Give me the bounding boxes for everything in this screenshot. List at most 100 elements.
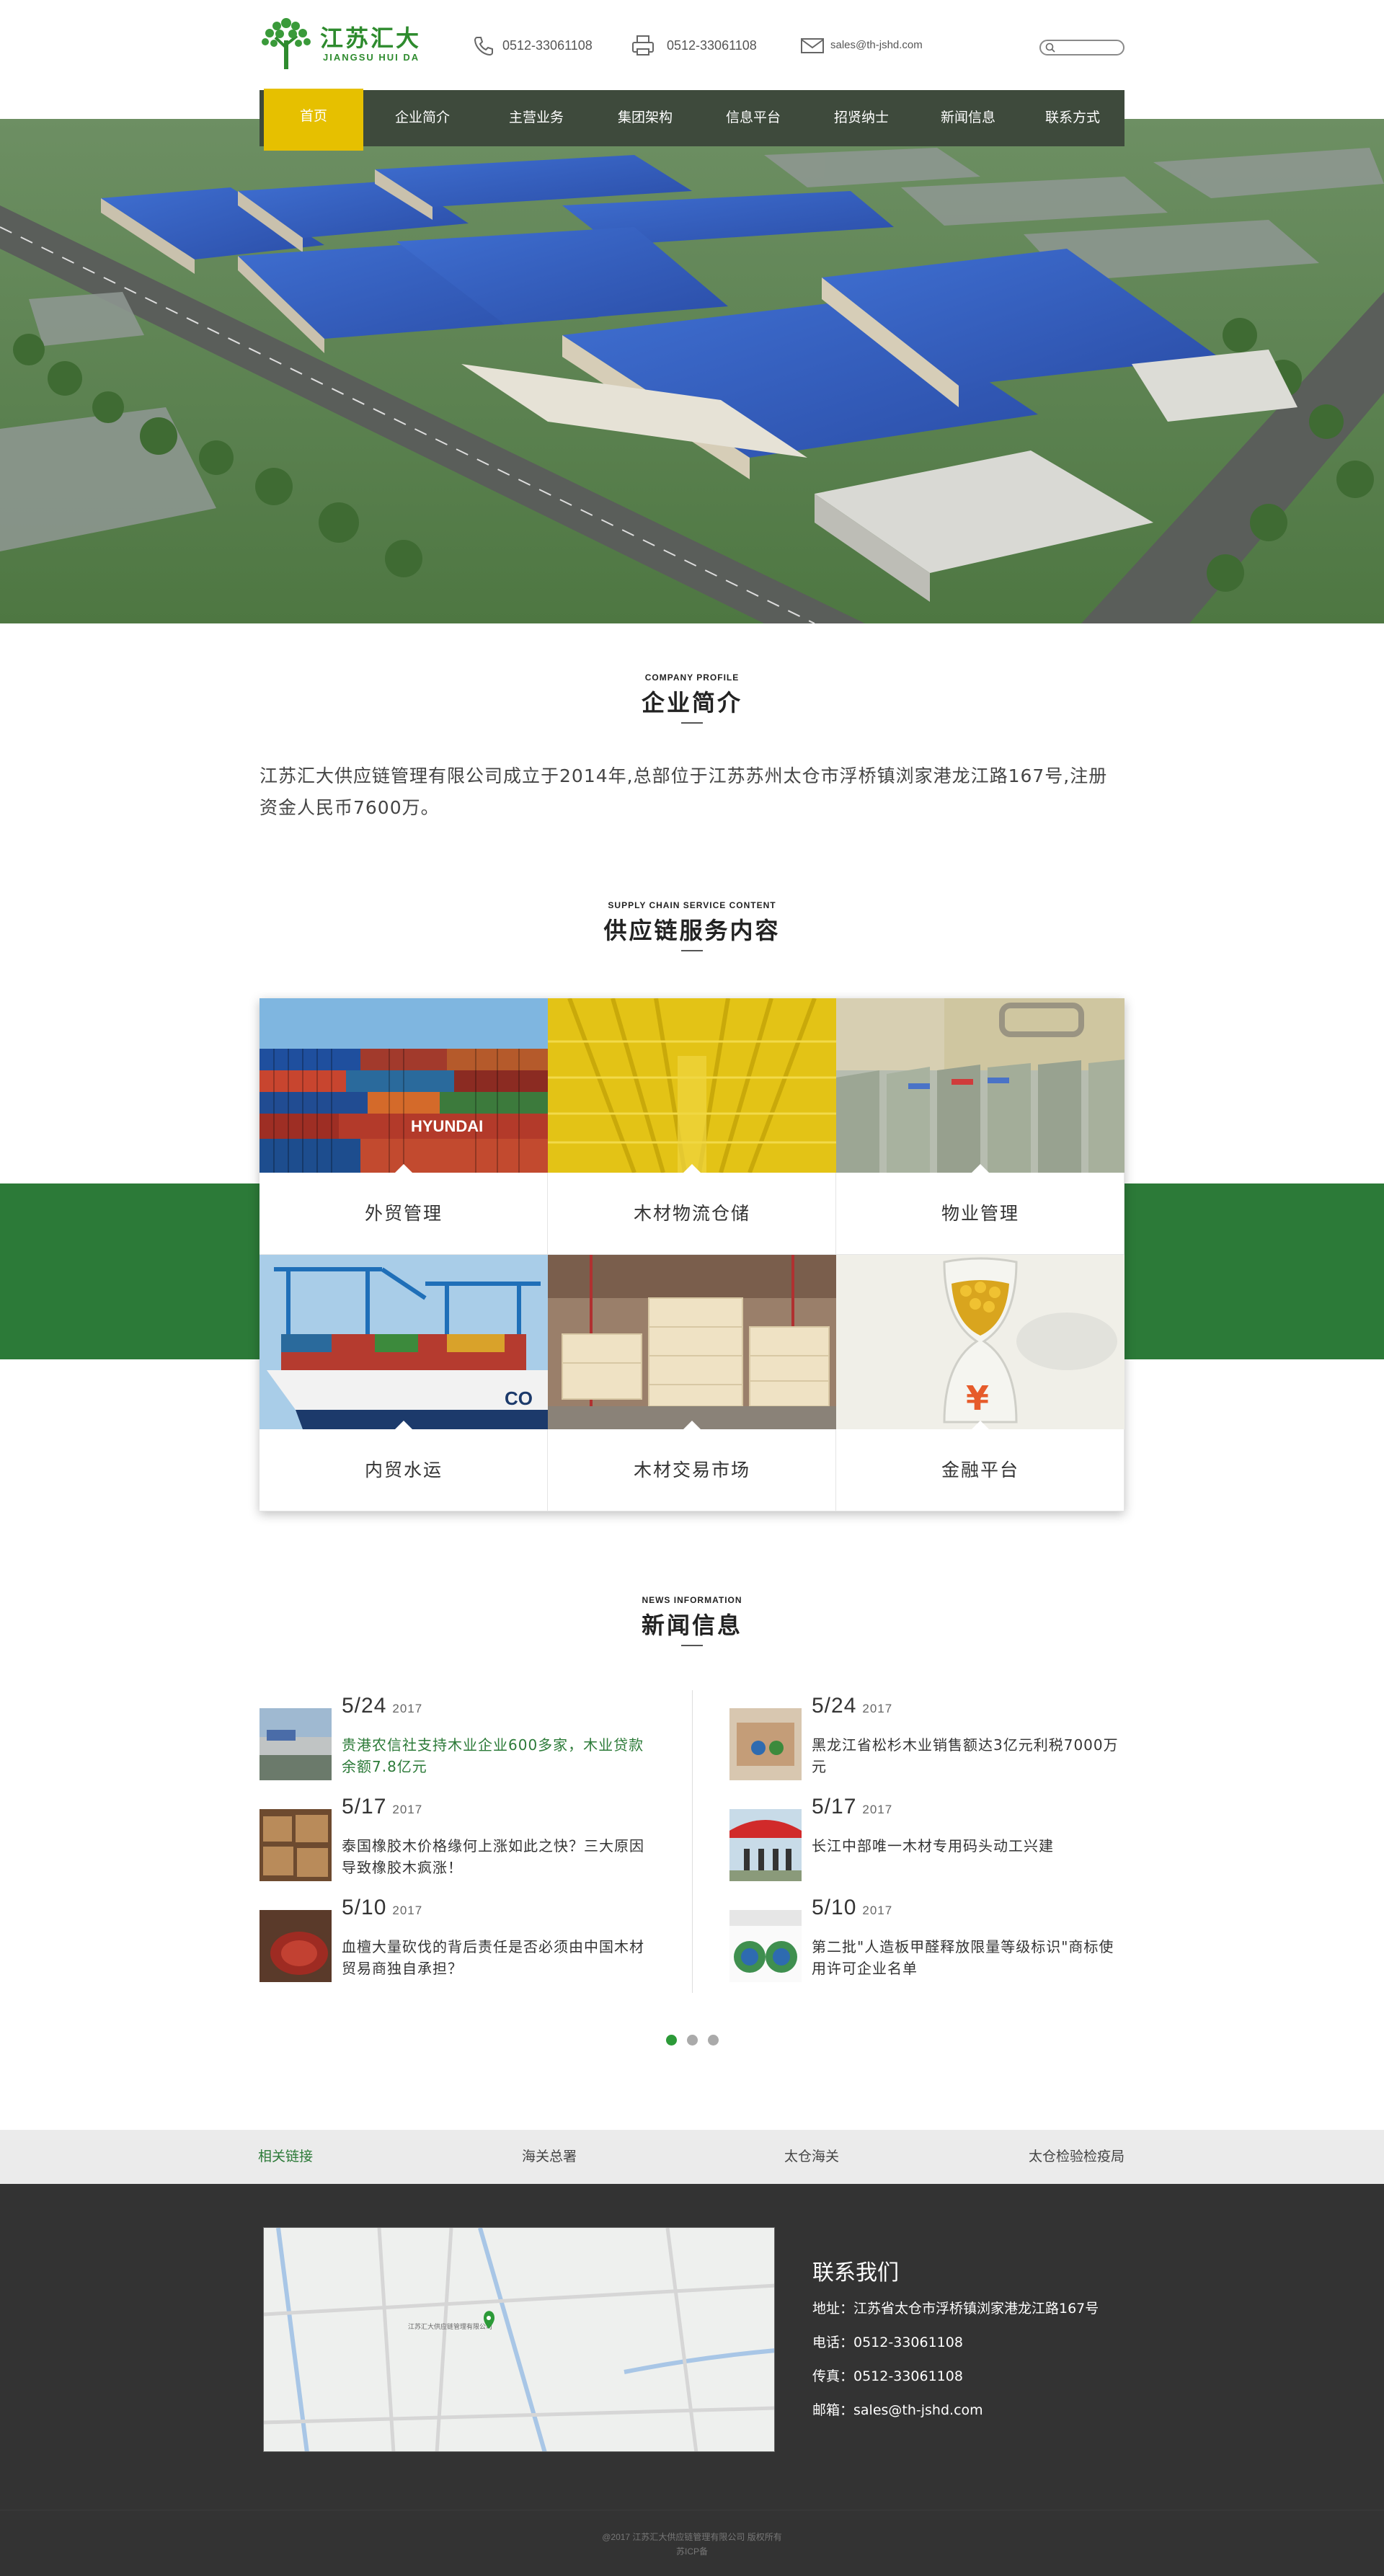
service-wood-market[interactable]: 木材交易市场: [548, 1255, 836, 1511]
news-column-divider: [692, 1690, 693, 1993]
related-links-bar: 相关链接 海关总署 太仓海关 太仓检验检疫局: [0, 2130, 1384, 2184]
header-fax-text: 0512-33061108: [667, 38, 757, 53]
search-input[interactable]: [1057, 42, 1122, 53]
services-heading-en: SUPPLY CHAIN SERVICE CONTENT: [608, 900, 776, 910]
news-date: 5/24 2017: [342, 1694, 423, 1718]
warehouse-image: [548, 998, 836, 1173]
related-links-heading: 相关链接: [258, 2149, 314, 2164]
logo[interactable]: 江苏汇大 JIANGSU HUI DA: [258, 14, 431, 71]
link-taicang-inspection[interactable]: 太仓检验检疫局: [1029, 2130, 1124, 2184]
news-thumbnail: [729, 1708, 802, 1780]
service-domestic-shipping[interactable]: CO 内贸水运: [260, 1255, 548, 1511]
footer-phone: 电话：0512-33061108: [812, 2335, 963, 2350]
service-label: 内贸水运: [364, 1460, 443, 1480]
news-thumbnail: [260, 1809, 332, 1881]
news-title[interactable]: 黑龙江省松杉木业销售额达3亿元利税7000万元: [812, 1734, 1129, 1777]
containers-brand-text: HYUNDAI: [411, 1117, 483, 1135]
link-customs-administration[interactable]: 海关总署: [522, 2130, 577, 2184]
news-list-right: 5/24 2017 黑龙江省松杉木业销售额达3亿元利税7000万元 5/17 201…: [729, 1694, 1162, 1997]
service-notch: [972, 1421, 989, 1429]
news-list-left: 5/24 2017 贵港农信社支持木业企业600多家，木业贷款余额7.8亿元 5/…: [260, 1694, 692, 1997]
containers-image: HYUNDAI: [260, 998, 548, 1173]
news-heading: 新闻信息: [641, 1612, 742, 1639]
copyright: @2017 江苏汇大供应链管理有限公司 版权所有 苏ICP备: [0, 2530, 1384, 2559]
news-date: 5/17 2017: [342, 1795, 423, 1818]
news-item[interactable]: 5/17 2017 泰国橡胶木价格缘何上涨如此之快？三大原因导致橡胶木疯涨！: [260, 1795, 692, 1896]
news-date: 5/17 2017: [812, 1795, 893, 1818]
service-notch: [683, 1164, 701, 1173]
news-item[interactable]: 5/10 2017 第二批"人造板甲醛释放限量等级标识"商标使用许可企业名单: [729, 1896, 1162, 1997]
pagination-dot-3[interactable]: [708, 2035, 719, 2046]
service-finance-platform[interactable]: ¥ 金融平台: [836, 1255, 1124, 1511]
nav-company-profile[interactable]: 企业简介: [363, 90, 482, 146]
news-item[interactable]: 5/24 2017 贵港农信社支持木业企业600多家，木业贷款余额7.8亿元: [260, 1694, 692, 1795]
search-icon[interactable]: [1045, 43, 1055, 53]
nav-home[interactable]: 首页: [264, 89, 363, 151]
footer-fax: 传真：0512-33061108: [812, 2368, 963, 2384]
pagination-dot-2[interactable]: [687, 2035, 698, 2046]
mail-icon: [801, 38, 824, 53]
footer-address: 地址：江苏省太仓市浮桥镇浏家港龙江路167号: [812, 2301, 1099, 2317]
pagination-dot-1[interactable]: [666, 2035, 677, 2046]
profile-text: 江苏汇大供应链管理有限公司成立于2014年,总部位于江苏苏州太仓市浮桥镇浏家港龙…: [260, 765, 1108, 818]
services-heading: 供应链服务内容: [603, 917, 781, 944]
service-notch: [395, 1164, 412, 1173]
news-thumbnail: [729, 1809, 802, 1881]
hourglass-coins-image: ¥: [836, 1255, 1124, 1429]
profile-heading-en: COMPANY PROFILE: [644, 672, 740, 683]
services-heading-divider: [681, 950, 703, 951]
service-label: 外贸管理: [364, 1203, 443, 1224]
news-pagination: [666, 2035, 724, 2046]
link-taicang-customs[interactable]: 太仓海关: [784, 2130, 839, 2184]
nav-news[interactable]: 新闻信息: [915, 90, 1021, 146]
service-wood-logistics[interactable]: 木材物流仓储: [548, 998, 836, 1255]
news-thumbnail: [729, 1910, 802, 1982]
service-label: 金融平台: [941, 1460, 1019, 1480]
header-email-text: sales@th-jshd.com: [830, 39, 923, 51]
footer-email[interactable]: 邮箱：sales@th-jshd.com: [812, 2399, 983, 2419]
news-title[interactable]: 第二批"人造板甲醛释放限量等级标识"商标使用许可企业名单: [812, 1936, 1129, 1979]
news-date: 5/24 2017: [812, 1694, 893, 1718]
news-title[interactable]: 长江中部唯一木材专用码头动工兴建: [812, 1835, 1129, 1857]
service-notch: [972, 1164, 989, 1173]
news-thumbnail: [260, 1708, 332, 1780]
fax-icon: [632, 35, 654, 55]
nav-careers[interactable]: 招贤纳士: [807, 90, 915, 146]
profile-heading-divider: [681, 722, 703, 724]
lumber-stack-image: [548, 1255, 836, 1429]
news-item[interactable]: 5/17 2017 长江中部唯一木材专用码头动工兴建: [729, 1795, 1162, 1896]
news-title[interactable]: 泰国橡胶木价格缘何上涨如此之快？三大原因导致橡胶木疯涨！: [342, 1835, 659, 1878]
service-foreign-trade[interactable]: HYUNDAI 外贸管理: [260, 998, 548, 1255]
main-nav: 首页 企业简介 主营业务 集团架构 信息平台 招贤纳士 新闻信息 联系方式: [260, 89, 1124, 151]
service-notch: [683, 1421, 701, 1429]
tree-logo-icon: [262, 18, 311, 69]
nav-contact[interactable]: 联系方式: [1021, 90, 1124, 146]
news-title[interactable]: 血檀大量砍伐的背后责任是否必须由中国木材贸易商独自承担？: [342, 1936, 659, 1979]
service-property-management[interactable]: 物业管理: [836, 998, 1124, 1255]
hero-banner: [0, 119, 1384, 623]
nav-main-business[interactable]: 主营业务: [482, 90, 591, 146]
news-date: 5/10 2017: [812, 1896, 893, 1919]
nav-info-platform[interactable]: 信息平台: [699, 90, 807, 146]
search-box[interactable]: [1039, 40, 1124, 55]
service-label: 木材物流仓储: [633, 1203, 750, 1224]
logo-text-en: JIANGSU HUI DA: [323, 52, 420, 63]
header-phone-text: 0512-33061108: [502, 38, 593, 53]
map-label: 江苏汇大供应链管理有限公司: [408, 2322, 492, 2331]
cargo-ship-image: CO: [260, 1255, 548, 1429]
site-footer: 江苏汇大供应链管理有限公司 联系我们 地址：江苏省太仓市浮桥镇浏家港龙江路167…: [0, 2184, 1384, 2576]
header-fax: 0512-33061108: [631, 35, 789, 56]
news-date: 5/10 2017: [342, 1896, 423, 1919]
service-label: 物业管理: [941, 1203, 1019, 1224]
news-item[interactable]: 5/10 2017 血檀大量砍伐的背后责任是否必须由中国木材贸易商独自承担？: [260, 1896, 692, 1997]
nav-group-structure[interactable]: 集团架构: [591, 90, 699, 146]
location-map[interactable]: 江苏汇大供应链管理有限公司: [263, 2227, 775, 2452]
copyright-line-1: @2017 江苏汇大供应链管理有限公司 版权所有: [602, 2532, 782, 2542]
news-item[interactable]: 5/24 2017 黑龙江省松杉木业销售额达3亿元利税7000万元: [729, 1694, 1162, 1795]
yen-sign: ¥: [966, 1379, 989, 1418]
copyright-line-2[interactable]: 苏ICP备: [0, 2544, 1384, 2559]
news-title[interactable]: 贵港农信社支持木业企业600多家，木业贷款余额7.8亿元: [342, 1734, 659, 1777]
industrial-park-illustration: [0, 119, 1384, 623]
phone-icon: [474, 37, 493, 56]
contact-us-heading: 联系我们: [812, 2260, 899, 2286]
